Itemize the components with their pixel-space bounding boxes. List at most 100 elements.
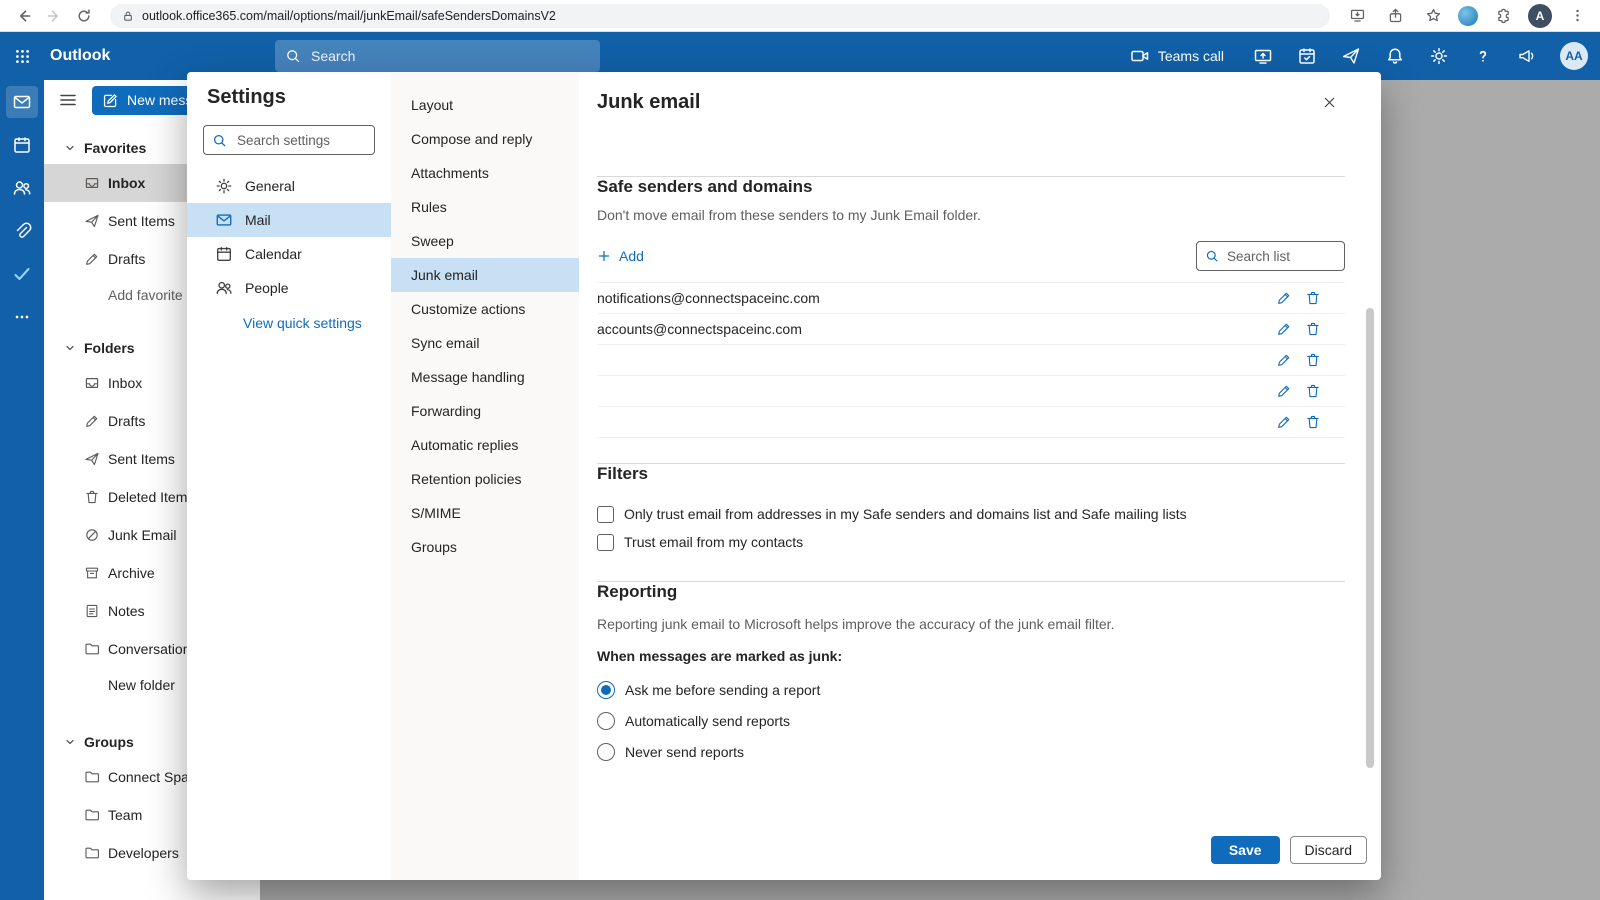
settings-search-box[interactable] bbox=[203, 125, 375, 155]
edit-sender-button[interactable] bbox=[1276, 414, 1292, 430]
delete-sender-button[interactable] bbox=[1305, 352, 1321, 368]
account-avatar[interactable]: AA bbox=[1560, 42, 1588, 70]
people-icon bbox=[13, 181, 31, 195]
edit-sender-button[interactable] bbox=[1276, 352, 1292, 368]
rail-mail-button[interactable] bbox=[6, 86, 38, 118]
collapse-pane-button[interactable] bbox=[58, 90, 78, 110]
delete-sender-button[interactable] bbox=[1305, 290, 1321, 306]
edit-sender-button[interactable] bbox=[1276, 290, 1292, 306]
more-apps-icon bbox=[15, 315, 29, 319]
pencil-icon bbox=[1278, 323, 1290, 335]
category-customize-actions[interactable]: Customize actions bbox=[391, 292, 579, 326]
settings-nav-people[interactable]: People bbox=[187, 271, 391, 305]
modal-scrollbar-thumb[interactable] bbox=[1366, 308, 1374, 768]
feedback-button[interactable] bbox=[1516, 45, 1538, 67]
category-message-handling[interactable]: Message handling bbox=[391, 360, 579, 394]
address-bar[interactable]: outlook.office365.com/mail/options/mail/… bbox=[110, 3, 1330, 28]
settings-search-input[interactable] bbox=[235, 131, 366, 149]
reporting-option-ask[interactable]: Ask me before sending a report bbox=[597, 674, 1345, 705]
browser-menu-button[interactable] bbox=[1564, 3, 1590, 29]
send-later-button[interactable] bbox=[1340, 45, 1362, 67]
filter-option-trust-contacts[interactable]: Trust email from my contacts bbox=[597, 528, 1345, 556]
category-compose-and-reply[interactable]: Compose and reply bbox=[391, 122, 579, 156]
share-screen-button[interactable] bbox=[1252, 45, 1274, 67]
safe-sender-row[interactable] bbox=[597, 376, 1345, 407]
radio[interactable] bbox=[597, 711, 615, 730]
edit-sender-button[interactable] bbox=[1276, 321, 1292, 337]
kebab-menu-icon bbox=[1575, 9, 1579, 22]
save-button[interactable]: Save bbox=[1210, 836, 1280, 864]
settings-nav-calendar[interactable]: Calendar bbox=[187, 237, 391, 271]
settings-nav-mail[interactable]: Mail bbox=[187, 203, 391, 237]
safe-sender-row[interactable]: accounts@connectspaceinc.com bbox=[597, 314, 1345, 345]
search-list-box[interactable] bbox=[1196, 241, 1345, 271]
reporting-prompt: When messages are marked as junk: bbox=[597, 648, 843, 664]
checkbox[interactable] bbox=[597, 505, 614, 523]
browser-reload-button[interactable] bbox=[70, 3, 96, 29]
discard-button[interactable]: Discard bbox=[1289, 836, 1367, 864]
add-safe-sender-button[interactable]: Add bbox=[597, 248, 644, 264]
block-icon bbox=[86, 529, 98, 541]
rail-more-apps-button[interactable] bbox=[6, 301, 38, 333]
help-button[interactable] bbox=[1472, 45, 1494, 67]
waffle-icon bbox=[15, 49, 29, 63]
rail-attachments-button[interactable] bbox=[6, 215, 38, 247]
rail-people-button[interactable] bbox=[6, 172, 38, 204]
rail-todo-button[interactable] bbox=[6, 258, 38, 290]
browser-back-button[interactable] bbox=[10, 3, 36, 29]
hamburger-icon bbox=[60, 94, 76, 106]
category-sweep[interactable]: Sweep bbox=[391, 224, 579, 258]
radio[interactable] bbox=[597, 742, 615, 761]
safe-sender-row[interactable] bbox=[597, 345, 1345, 376]
inbox-icon bbox=[85, 178, 99, 188]
settings-nav-general[interactable]: General bbox=[187, 169, 391, 203]
settings-button[interactable] bbox=[1428, 45, 1450, 67]
filter-option-safe-senders-only[interactable]: Only trust email from addresses in my Sa… bbox=[597, 500, 1345, 528]
extension-logo-icon[interactable] bbox=[1458, 5, 1478, 26]
category-layout[interactable]: Layout bbox=[391, 88, 579, 122]
global-search-box[interactable] bbox=[275, 40, 600, 72]
category-rules[interactable]: Rules bbox=[391, 190, 579, 224]
category-sync-email[interactable]: Sync email bbox=[391, 326, 579, 360]
global-search-input[interactable] bbox=[309, 47, 590, 65]
compose-icon bbox=[103, 93, 117, 107]
rail-calendar-button[interactable] bbox=[6, 129, 38, 161]
delete-sender-button[interactable] bbox=[1305, 383, 1321, 399]
share-button[interactable] bbox=[1382, 3, 1408, 29]
bookmark-star-button[interactable] bbox=[1420, 3, 1446, 29]
search-list-input[interactable] bbox=[1225, 247, 1336, 265]
close-dialog-button[interactable] bbox=[1313, 86, 1345, 118]
pencil-icon bbox=[86, 415, 98, 427]
settings-nav-panel: Settings General Mail Calendar People bbox=[187, 72, 391, 880]
radio-selected[interactable] bbox=[597, 680, 615, 699]
reporting-option-automatic[interactable]: Automatically send reports bbox=[597, 705, 1345, 736]
settings-category-panel: Layout Compose and reply Attachments Rul… bbox=[391, 72, 579, 880]
category-attachments[interactable]: Attachments bbox=[391, 156, 579, 190]
browser-toolbar: outlook.office365.com/mail/options/mail/… bbox=[0, 0, 1600, 32]
browser-forward-button[interactable] bbox=[40, 3, 66, 29]
category-forwarding[interactable]: Forwarding bbox=[391, 394, 579, 428]
my-day-button[interactable] bbox=[1296, 45, 1318, 67]
delete-sender-button[interactable] bbox=[1305, 321, 1321, 337]
category-groups[interactable]: Groups bbox=[391, 530, 579, 564]
install-app-button[interactable] bbox=[1344, 3, 1370, 29]
app-launcher-button[interactable] bbox=[0, 32, 44, 80]
settings-dialog: Settings General Mail Calendar People bbox=[187, 72, 1381, 880]
edit-sender-button[interactable] bbox=[1276, 383, 1292, 399]
reporting-option-never[interactable]: Never send reports bbox=[597, 736, 1345, 767]
safe-sender-row[interactable]: notifications@connectspaceinc.com bbox=[597, 283, 1345, 314]
delete-sender-button[interactable] bbox=[1305, 414, 1321, 430]
category-automatic-replies[interactable]: Automatic replies bbox=[391, 428, 579, 462]
notifications-button[interactable] bbox=[1384, 45, 1406, 67]
safe-sender-row[interactable] bbox=[597, 407, 1345, 438]
view-quick-settings-link[interactable]: View quick settings bbox=[187, 315, 391, 331]
category-retention-policies[interactable]: Retention policies bbox=[391, 462, 579, 496]
extensions-button[interactable] bbox=[1490, 3, 1516, 29]
category-junk-email[interactable]: Junk email bbox=[391, 258, 579, 292]
category-smime[interactable]: S/MIME bbox=[391, 496, 579, 530]
teams-call-button[interactable]: Teams call bbox=[1124, 45, 1230, 67]
browser-profile-avatar[interactable]: A bbox=[1528, 3, 1552, 28]
checkbox[interactable] bbox=[597, 533, 614, 551]
reload-icon bbox=[78, 8, 90, 21]
folders-label: Folders bbox=[84, 340, 135, 356]
